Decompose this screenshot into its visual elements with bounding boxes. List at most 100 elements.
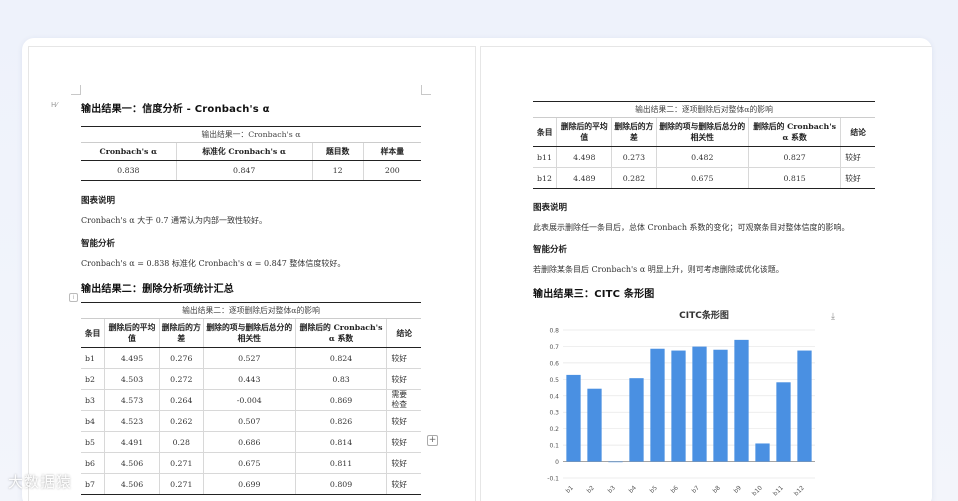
table-cell: 200	[362, 160, 421, 181]
table-cell: 较好	[386, 410, 421, 432]
table-cell: 4.495	[104, 347, 160, 369]
table-cell: 0.814	[294, 431, 387, 453]
table-cell: 4.523	[104, 410, 160, 432]
table-cell: 0.826	[294, 410, 387, 432]
chart-bar-b12[interactable]	[797, 350, 812, 462]
smart-analysis-text: Cronbach's α = 0.838 标准化 Cronbach's α = …	[81, 259, 346, 268]
table-caption: 输出结果二：逐项删除后对整体α的影响	[81, 302, 421, 319]
x-tick-label: b9	[733, 484, 743, 494]
table-cell: 0.507	[202, 410, 296, 432]
document-page-right: 输出结果二：逐项删除后对整体α的影响 条目 删除后的平均值 删除后的方差 删除的…	[480, 46, 932, 501]
table-cell: 较好	[386, 347, 421, 369]
chart-bar-b9[interactable]	[734, 339, 749, 462]
table-cell: 较好	[840, 146, 875, 168]
table-cell: 较好	[386, 452, 421, 474]
table-row: b6 4.506 0.271 0.675 0.811 较好	[81, 452, 421, 474]
y-tick-label: 0.5	[549, 377, 559, 384]
table-row: 0.838 0.847 12 200	[81, 160, 421, 181]
table-cell: 4.506	[104, 473, 160, 495]
citc-chart: CITC条形图 ⤓ 0.8 0.7 0.6 0.5 0.4 0.3 0.2 0.1 0 -0.1 b…	[533, 308, 875, 498]
table-header: 删除的项与删除后总分的相关性	[655, 118, 749, 147]
chart-bar-b10[interactable]	[755, 443, 770, 462]
x-tick-label: b6	[670, 484, 680, 494]
table-header: 删除后的 Cronbach's α 系数	[747, 118, 841, 147]
add-row-button[interactable]: +	[427, 435, 438, 446]
chart-bar-b11[interactable]	[776, 382, 791, 462]
x-tick-label: b10	[751, 484, 764, 497]
chart-bar-b1[interactable]	[566, 374, 581, 462]
table-handle-icon[interactable]: ⁞	[69, 293, 78, 302]
legend-heading: 图表说明	[533, 203, 568, 213]
table-header: 题目数	[311, 143, 364, 161]
y-tick-label: 0.3	[549, 410, 559, 417]
table-cell: b6	[81, 452, 105, 474]
watermark-logo: 大数据猿	[8, 473, 73, 491]
chart-bar-b2[interactable]	[587, 388, 602, 462]
bar-chart-svg: 0.8 0.7 0.6 0.5 0.4 0.3 0.2 0.1 0 -0.1 b1 b2 b3 b4 b5 b…	[547, 328, 815, 498]
table-header: 结论	[840, 118, 875, 147]
table-cell: 4.498	[556, 146, 612, 168]
table-cell: 0.273	[611, 146, 657, 168]
legend-text: 此表展示删除任一条目后，总体 Cronbach 系数的变化；可观察条目对整体信度…	[533, 223, 850, 232]
table-cell: 0.527	[202, 347, 296, 369]
x-tick-label: b12	[793, 484, 806, 497]
chart-bar-b4[interactable]	[629, 378, 644, 462]
table-cell: -0.004	[202, 389, 296, 411]
table-cell: 0.271	[158, 473, 204, 495]
table-cell: 0.276	[158, 347, 204, 369]
table-cell: 较好	[386, 368, 421, 390]
table-cell: 0.282	[611, 167, 657, 189]
table-cell: 0.83	[294, 368, 387, 390]
table-row: b12 4.489 0.282 0.675 0.815 较好	[533, 167, 875, 189]
table-header: 删除后的 Cronbach's α 系数	[294, 319, 387, 348]
smart-analysis-text: 若删除某条目后 Cronbach's α 明显上升，则可考虑删除或优化该题。	[533, 265, 784, 274]
table-header: 条目	[533, 118, 557, 147]
table-cell: b3	[81, 389, 105, 411]
section-title-reliability: 输出结果一：信度分析 - Cronbach's α	[81, 104, 270, 115]
table-cell: 0.827	[747, 146, 841, 168]
chart-bar-b5[interactable]	[650, 348, 665, 462]
document-page-left: H⁄ 输出结果一：信度分析 - Cronbach's α 输出结果一：Cronb…	[28, 46, 476, 501]
table-cell: b1	[81, 347, 105, 369]
table-cell: 0.272	[158, 368, 204, 390]
table-cell: b7	[81, 473, 105, 495]
block-drag-handle[interactable]: H⁄	[51, 101, 57, 109]
chart-bar-b8[interactable]	[713, 349, 728, 462]
y-tick-label: 0.1	[549, 443, 559, 450]
legend-heading: 图表说明	[81, 196, 116, 206]
table-header: 条目	[81, 319, 105, 348]
table-cell: 0.271	[158, 452, 204, 474]
cronbach-table: 输出结果一：Cronbach's α Cronbach's α 标准化 Cron…	[81, 126, 421, 181]
table-cell: 0.686	[202, 431, 296, 453]
table-cell: b11	[533, 146, 557, 168]
table-cell: 0.809	[294, 473, 387, 495]
table-cell: 0.675	[202, 452, 296, 474]
table-header: Cronbach's α	[81, 143, 177, 161]
table-cell: 0.28	[158, 431, 204, 453]
table-header: 样本量	[362, 143, 421, 161]
section-title-citc: 输出结果三：CITC 条形图	[533, 289, 655, 300]
table-cell: 4.489	[556, 167, 612, 189]
table-cell: 4.506	[104, 452, 160, 474]
table-cell: 0.847	[175, 160, 313, 181]
y-tick-label: 0.2	[549, 426, 559, 433]
table-row: b11 4.498 0.273 0.482 0.827 较好	[533, 146, 875, 168]
chart-bar-b7[interactable]	[692, 346, 707, 462]
y-tick-label: 0.6	[549, 360, 559, 367]
table-cell: 0.482	[655, 146, 749, 168]
y-tick-label: 0.7	[549, 344, 559, 351]
chart-bar-b6[interactable]	[671, 350, 686, 462]
table-row: b7 4.506 0.271 0.699 0.809 较好	[81, 473, 421, 495]
y-tick-label: 0.8	[549, 328, 559, 335]
table-cell: 0.869	[294, 389, 387, 411]
table-header: 标准化 Cronbach's α	[175, 143, 313, 161]
table-header: 删除后的方差	[611, 118, 657, 147]
item-deletion-table: 输出结果二：逐项删除后对整体α的影响 条目 删除后的平均值 删除后的方差 删除的…	[81, 302, 421, 495]
x-tick-label: b1	[565, 484, 575, 494]
table-cell: 4.573	[104, 389, 160, 411]
table-cell: 12	[311, 160, 364, 181]
table-cell: b2	[81, 368, 105, 390]
chart-bar-b3[interactable]	[608, 461, 623, 463]
table-cell: 0.815	[747, 167, 841, 189]
table-cell: 4.491	[104, 431, 160, 453]
